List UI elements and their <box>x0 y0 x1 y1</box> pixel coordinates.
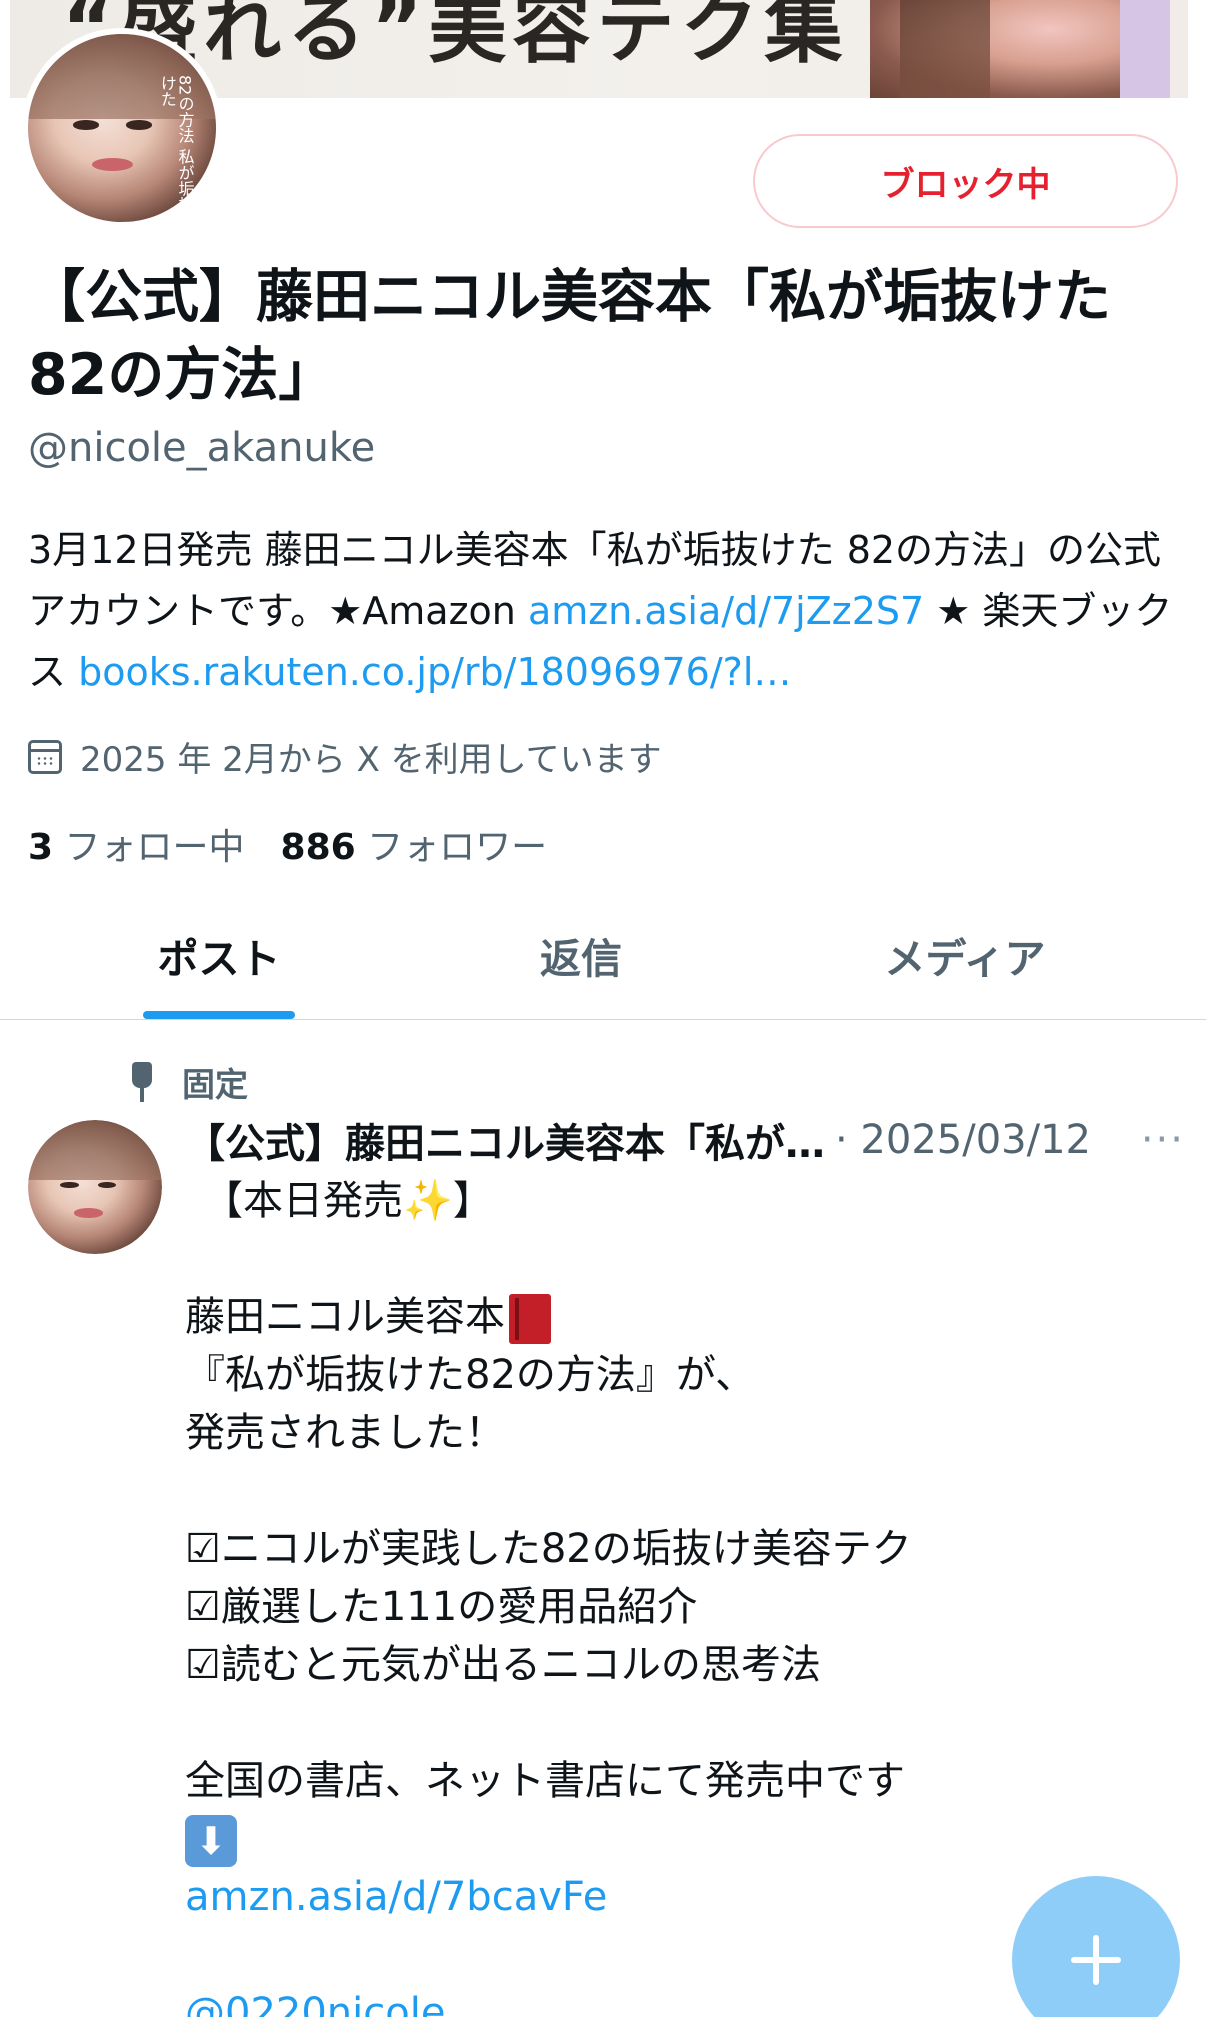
pin-icon <box>126 1062 160 1102</box>
blocked-button[interactable]: ブロック中 <box>753 134 1178 228</box>
calendar-icon <box>28 739 62 774</box>
profile-display-name: 【公式】藤田ニコル美容本「私が垢抜けた 82の方法」 <box>28 264 1111 408</box>
more-options-icon[interactable]: ··· <box>1141 1120 1185 1160</box>
profile-tabs: ポスト 返信 メディア <box>0 890 1206 1020</box>
tab-replies[interactable]: 返信 <box>418 890 744 1020</box>
pinned-label: 固定 <box>182 1065 248 1104</box>
post-mention-link[interactable]: @0220nicole <box>185 1990 445 2017</box>
down-arrow-icon: ⬇ <box>185 1815 237 1867</box>
sparkles-icon: ✨ <box>403 1178 453 1224</box>
post-author-name[interactable]: 【公式】藤田ニコル美容本「私が… <box>185 1111 825 1169</box>
plus-icon <box>1071 1935 1121 1985</box>
post-amazon-link[interactable]: amzn.asia/d/7bcavFe <box>185 1874 607 1920</box>
post-author-avatar[interactable] <box>28 1120 162 1254</box>
bio-amazon-link[interactable]: amzn.asia/d/7jZz2S7 <box>528 589 924 633</box>
avatar-image <box>28 1120 162 1254</box>
follow-stats: 3 フォロー中 886 フォロワー <box>28 818 547 870</box>
profile-handle: @nicole_akanuke <box>28 425 376 471</box>
post-text: 【本日発売✨】 藤田ニコル美容本 『私が垢抜けた82の方法』が、 発売されました… <box>185 1172 1145 2017</box>
post-date[interactable]: · 2025/03/12 <box>835 1117 1091 1163</box>
joined-date: 2025 年 2月から X を利用しています <box>28 732 662 781</box>
profile-bio: 3月12日発売 藤田ニコル美容本「私が垢抜けた 82の方法」の公式アカウントです… <box>28 520 1188 703</box>
tab-posts[interactable]: ポスト <box>60 890 378 1020</box>
following-link[interactable]: 3 フォロー中 <box>28 827 245 868</box>
post-header: 【公式】藤田ニコル美容本「私が… · 2025/03/12 ··· <box>185 1110 1185 1170</box>
banner-photo <box>870 0 1170 98</box>
red-book-icon <box>509 1294 551 1344</box>
pinned-indicator: 固定 <box>126 1058 248 1106</box>
joined-text: 2025 年 2月から X を利用しています <box>80 740 662 780</box>
bio-rakuten-link[interactable]: books.rakuten.co.jp/rb/18096976/?l… <box>78 650 791 694</box>
tab-media[interactable]: メディア <box>800 890 1130 1020</box>
active-tab-indicator <box>143 1011 295 1019</box>
followers-link[interactable]: 886 フォロワー <box>281 827 548 868</box>
avatar-image: 82の方法 私が垢抜けた <box>28 34 216 222</box>
profile-avatar[interactable]: 82の方法 私が垢抜けた <box>22 28 222 228</box>
avatar-overlay-text: 82の方法 私が垢抜けた <box>157 75 195 213</box>
